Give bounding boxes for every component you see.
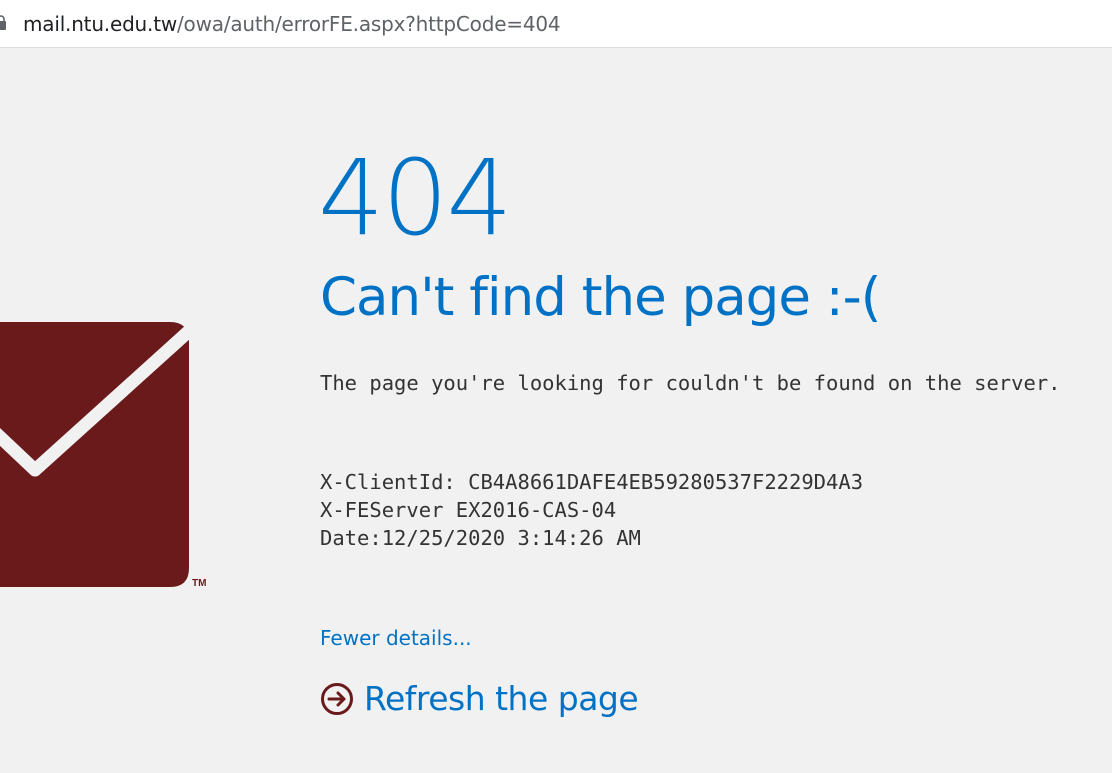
error-date: Date:12/25/2020 3:14:26 AM (320, 526, 641, 550)
url-host: mail.ntu.edu.tw (23, 12, 177, 36)
error-message: The page you're looking for couldn't be … (320, 371, 1061, 395)
url-path: /owa/auth/errorFE.aspx?httpCode=404 (177, 12, 561, 36)
mail-logo: TM (0, 322, 206, 589)
url-text[interactable]: mail.ntu.edu.tw/owa/auth/errorFE.aspx?ht… (23, 11, 561, 37)
error-details: X-ClientId: CB4A8661DAFE4EB59280537F2229… (320, 468, 863, 552)
envelope-icon (0, 322, 194, 587)
lock-icon[interactable] (0, 15, 6, 31)
trademark-symbol: TM (192, 578, 206, 589)
browser-address-bar[interactable]: mail.ntu.edu.tw/owa/auth/errorFE.aspx?ht… (0, 0, 1112, 48)
error-code: 404 (318, 137, 513, 259)
fe-server: X-FEServer EX2016-CAS-04 (320, 498, 617, 522)
circle-arrow-right-icon[interactable] (320, 682, 354, 716)
error-title: Can't find the page :-( (320, 267, 881, 328)
error-page: TM 404 Can't find the page :-( The page … (0, 48, 1112, 773)
refresh-page-link[interactable]: Refresh the page (320, 677, 639, 721)
refresh-page-label[interactable]: Refresh the page (364, 677, 639, 721)
fewer-details-link[interactable]: Fewer details... (320, 625, 472, 651)
client-id: X-ClientId: CB4A8661DAFE4EB59280537F2229… (320, 470, 864, 494)
